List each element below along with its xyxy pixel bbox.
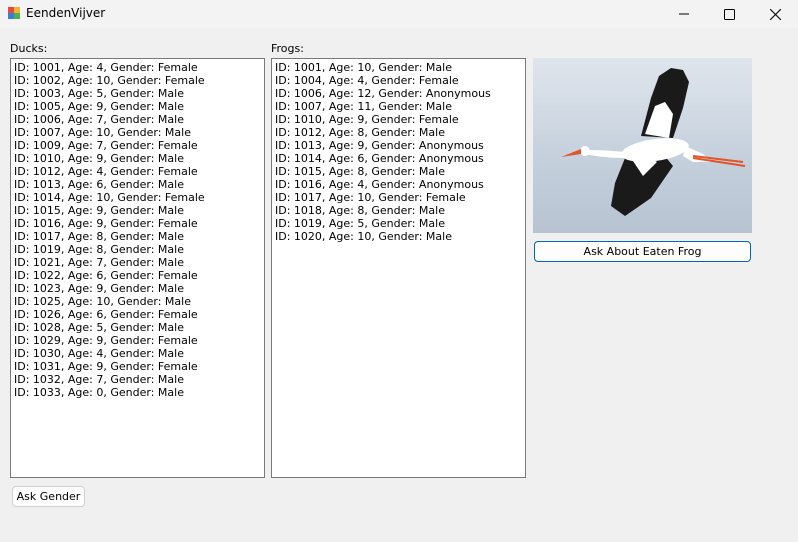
- list-item[interactable]: ID: 1014, Age: 10, Gender: Female: [14, 191, 264, 204]
- list-item[interactable]: ID: 1013, Age: 6, Gender: Male: [14, 178, 264, 191]
- list-item[interactable]: ID: 1002, Age: 10, Gender: Female: [14, 74, 264, 87]
- list-item[interactable]: ID: 1017, Age: 10, Gender: Female: [275, 191, 525, 204]
- list-item[interactable]: ID: 1006, Age: 7, Gender: Male: [14, 113, 264, 126]
- list-item[interactable]: ID: 1003, Age: 5, Gender: Male: [14, 87, 264, 100]
- list-item[interactable]: ID: 1029, Age: 9, Gender: Female: [14, 334, 264, 347]
- maximize-button[interactable]: [706, 0, 752, 28]
- list-item[interactable]: ID: 1004, Age: 4, Gender: Female: [275, 74, 525, 87]
- close-icon: [769, 8, 781, 20]
- list-item[interactable]: ID: 1026, Age: 6, Gender: Female: [14, 308, 264, 321]
- list-item[interactable]: ID: 1007, Age: 11, Gender: Male: [275, 100, 525, 113]
- list-item[interactable]: ID: 1013, Age: 9, Gender: Anonymous: [275, 139, 525, 152]
- list-item[interactable]: ID: 1021, Age: 7, Gender: Male: [14, 256, 264, 269]
- list-item[interactable]: ID: 1014, Age: 6, Gender: Anonymous: [275, 152, 525, 165]
- minimize-icon: [679, 13, 689, 15]
- list-item[interactable]: ID: 1033, Age: 0, Gender: Male: [14, 386, 264, 399]
- list-item[interactable]: ID: 1010, Age: 9, Gender: Male: [14, 152, 264, 165]
- list-item[interactable]: ID: 1001, Age: 4, Gender: Female: [14, 61, 264, 74]
- list-item[interactable]: ID: 1025, Age: 10, Gender: Male: [14, 295, 264, 308]
- list-item[interactable]: ID: 1016, Age: 9, Gender: Female: [14, 217, 264, 230]
- list-item[interactable]: ID: 1017, Age: 8, Gender: Male: [14, 230, 264, 243]
- ask-eaten-frog-button[interactable]: Ask About Eaten Frog: [534, 241, 751, 262]
- list-item[interactable]: ID: 1032, Age: 7, Gender: Male: [14, 373, 264, 386]
- list-item[interactable]: ID: 1018, Age: 8, Gender: Male: [275, 204, 525, 217]
- list-item[interactable]: ID: 1015, Age: 9, Gender: Male: [14, 204, 264, 217]
- title-bar: EendenVijver: [0, 0, 798, 28]
- ask-gender-button[interactable]: Ask Gender: [12, 486, 85, 507]
- list-item[interactable]: ID: 1005, Age: 9, Gender: Male: [14, 100, 264, 113]
- window-title: EendenVijver: [26, 6, 106, 20]
- list-item[interactable]: ID: 1028, Age: 5, Gender: Male: [14, 321, 264, 334]
- list-item[interactable]: ID: 1009, Age: 7, Gender: Female: [14, 139, 264, 152]
- list-item[interactable]: ID: 1015, Age: 8, Gender: Male: [275, 165, 525, 178]
- ducks-list: ID: 1001, Age: 4, Gender: Female ID: 1002…: [11, 59, 264, 399]
- list-item[interactable]: ID: 1016, Age: 4, Gender: Anonymous: [275, 178, 525, 191]
- list-item[interactable]: ID: 1019, Age: 5, Gender: Male: [275, 217, 525, 230]
- frogs-list: ID: 1001, Age: 10, Gender: Male ID: 1004,…: [272, 59, 525, 243]
- list-item[interactable]: ID: 1010, Age: 9, Gender: Female: [275, 113, 525, 126]
- list-item[interactable]: ID: 1031, Age: 9, Gender: Female: [14, 360, 264, 373]
- maximize-icon: [723, 8, 735, 20]
- list-item[interactable]: ID: 1012, Age: 4, Gender: Female: [14, 165, 264, 178]
- minimize-button[interactable]: [661, 0, 707, 28]
- list-item[interactable]: ID: 1007, Age: 10, Gender: Male: [14, 126, 264, 139]
- list-item[interactable]: ID: 1022, Age: 6, Gender: Female: [14, 269, 264, 282]
- list-item[interactable]: ID: 1023, Age: 9, Gender: Male: [14, 282, 264, 295]
- close-button[interactable]: [752, 0, 798, 28]
- frogs-listbox[interactable]: ID: 1001, Age: 10, Gender: Male ID: 1004,…: [271, 58, 526, 478]
- ducks-label: Ducks:: [10, 42, 48, 55]
- list-item[interactable]: ID: 1020, Age: 10, Gender: Male: [275, 230, 525, 243]
- list-item[interactable]: ID: 1001, Age: 10, Gender: Male: [275, 61, 525, 74]
- app-icon: [8, 7, 20, 19]
- list-item[interactable]: ID: 1019, Age: 8, Gender: Male: [14, 243, 264, 256]
- list-item[interactable]: ID: 1006, Age: 12, Gender: Anonymous: [275, 87, 525, 100]
- stork-picture: [533, 58, 752, 233]
- frogs-label: Frogs:: [271, 42, 304, 55]
- list-item[interactable]: ID: 1012, Age: 8, Gender: Male: [275, 126, 525, 139]
- ducks-listbox[interactable]: ID: 1001, Age: 4, Gender: Female ID: 1002…: [10, 58, 265, 478]
- list-item[interactable]: ID: 1030, Age: 4, Gender: Male: [14, 347, 264, 360]
